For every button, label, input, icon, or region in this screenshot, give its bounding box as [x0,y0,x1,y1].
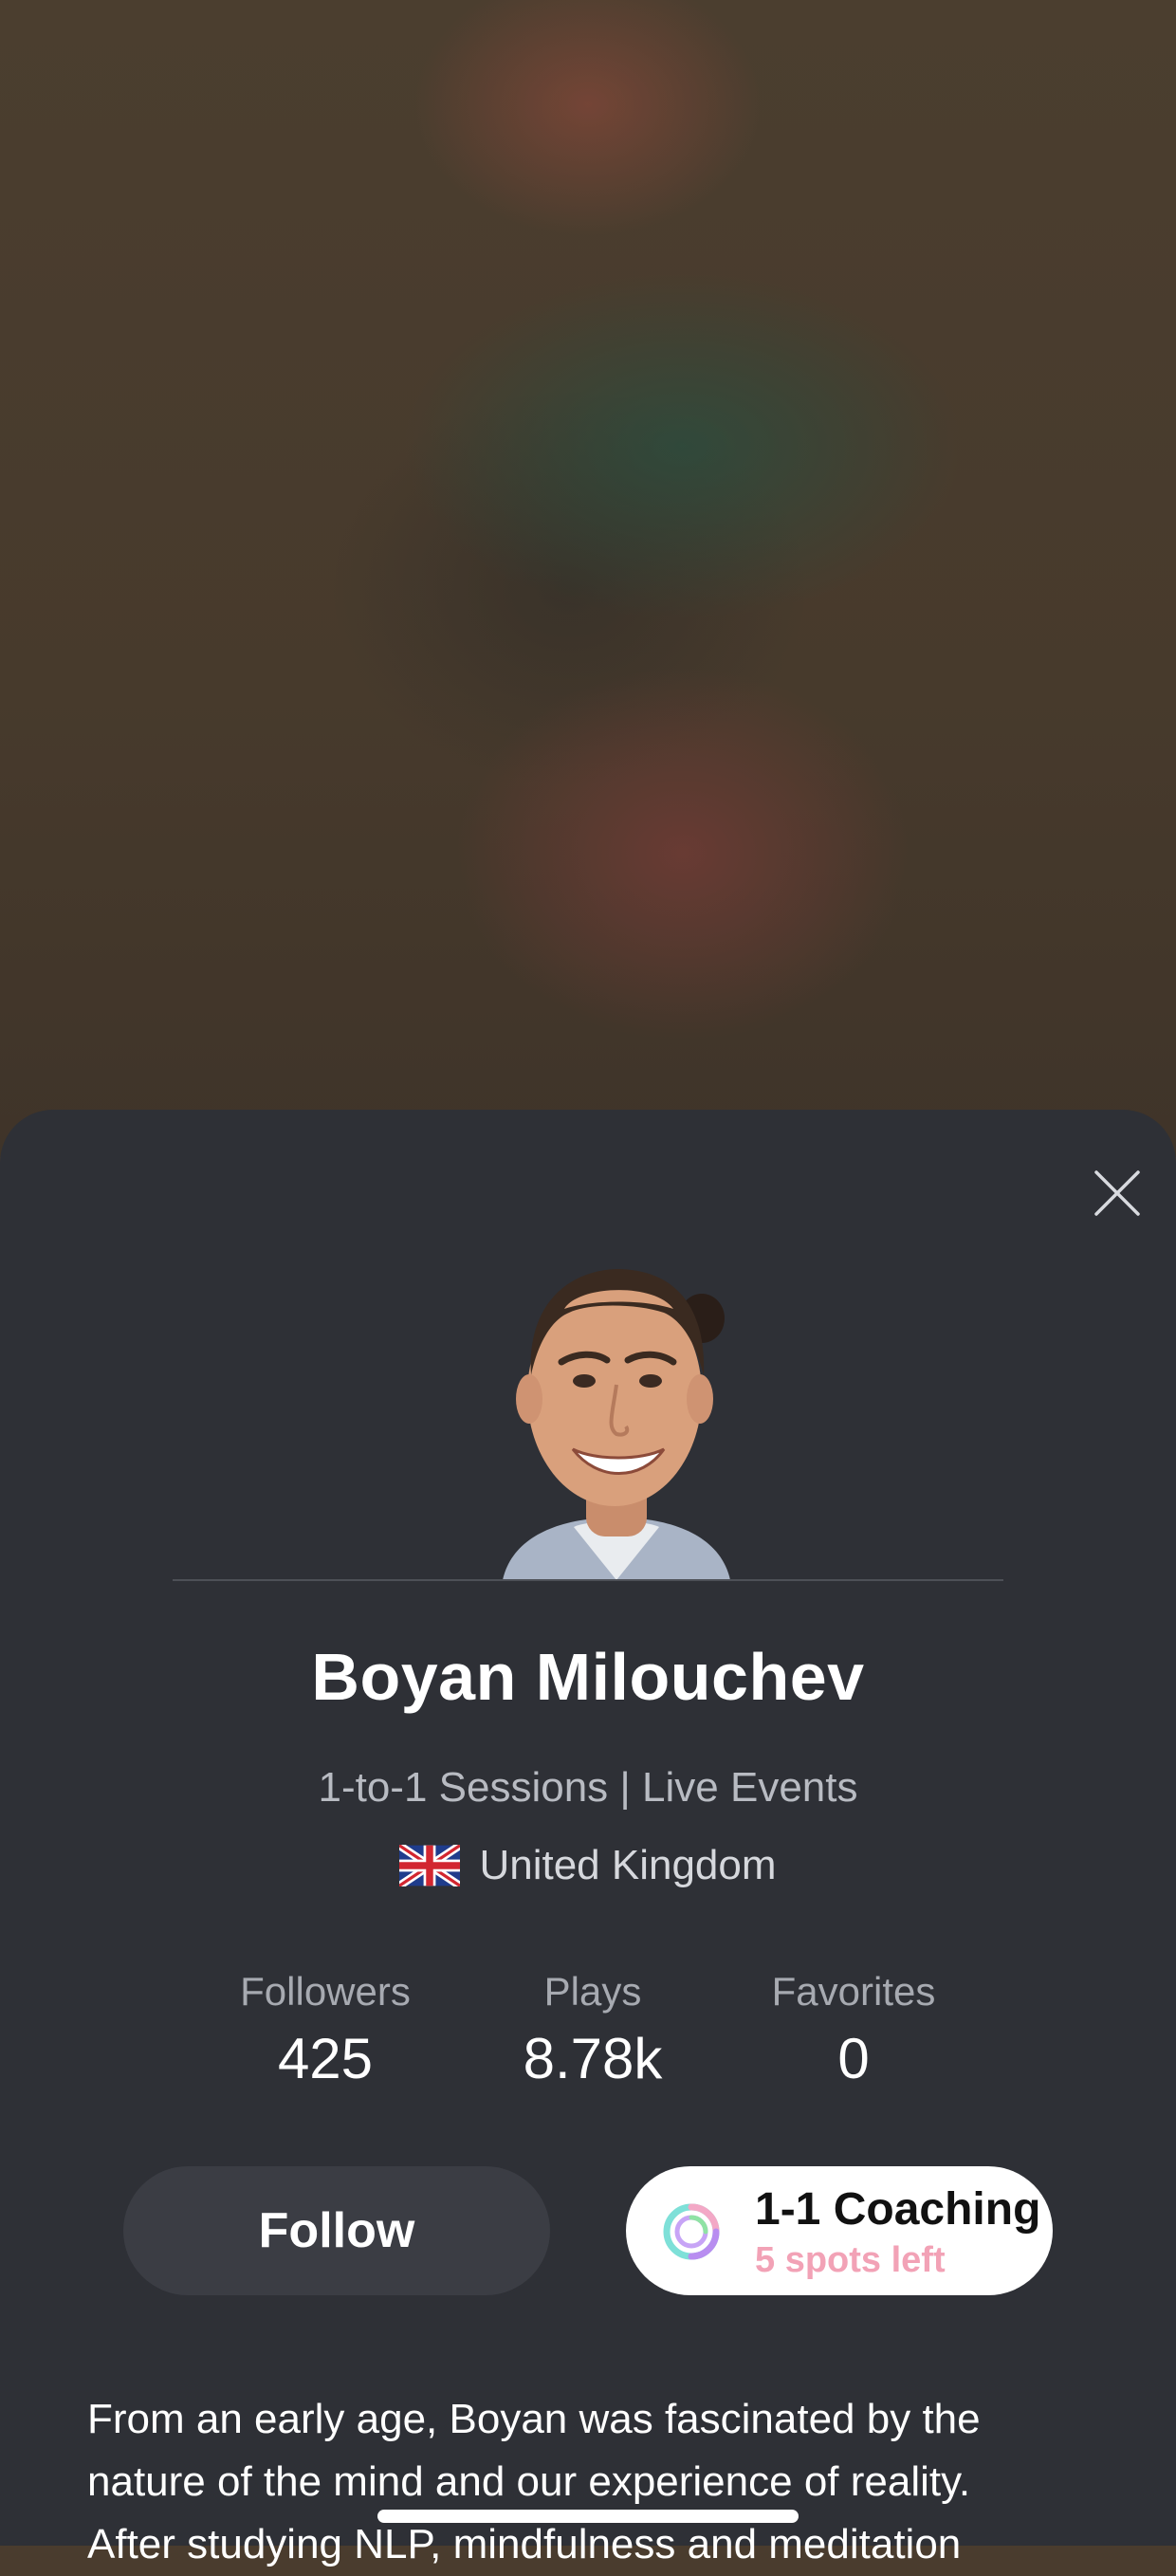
stat-value: 8.78k [523,2027,663,2090]
stat-label: Favorites [771,1969,936,2014]
avatar [474,1233,759,1580]
close-icon [1094,1170,1140,1216]
uk-flag-icon [397,1842,463,1897]
stat-plays: Plays 8.78k [450,1969,735,2091]
bio-line: From an early age, Boyan was fascinated … [87,2396,981,2442]
coaching-spots-left: 5 spots left [755,2240,946,2280]
coaching-ring-icon [663,2203,720,2260]
profile-name: Boyan Milouchev [311,1640,865,1714]
stat-followers: Followers 425 [183,1969,468,2091]
stat-label: Plays [543,1969,642,2014]
blurred-cover-background [0,0,1176,1157]
coaching-button[interactable]: 1-1 Coaching 5 spots left [626,2166,1053,2295]
bio-line: nature of the mind and our experience of… [87,2458,971,2505]
bio-text: From an early age, Boyan was fascinated … [87,2388,1093,2576]
profile-location: United Kingdom [0,1842,1176,1897]
profile-subtitle: 1-to-1 Sessions | Live Events [318,1764,858,1811]
home-indicator[interactable] [377,2510,799,2523]
coaching-title: 1-1 Coaching [755,2184,1041,2235]
follow-button[interactable]: Follow [123,2166,550,2295]
close-button[interactable] [1089,1165,1146,1222]
avatar-divider [173,1579,1003,1581]
stat-label: Followers [240,1969,411,2014]
stat-value: 0 [837,2027,870,2090]
stat-value: 425 [277,2027,374,2090]
country-label: United Kingdom [479,1842,777,1888]
stat-favorites: Favorites 0 [711,1969,996,2091]
